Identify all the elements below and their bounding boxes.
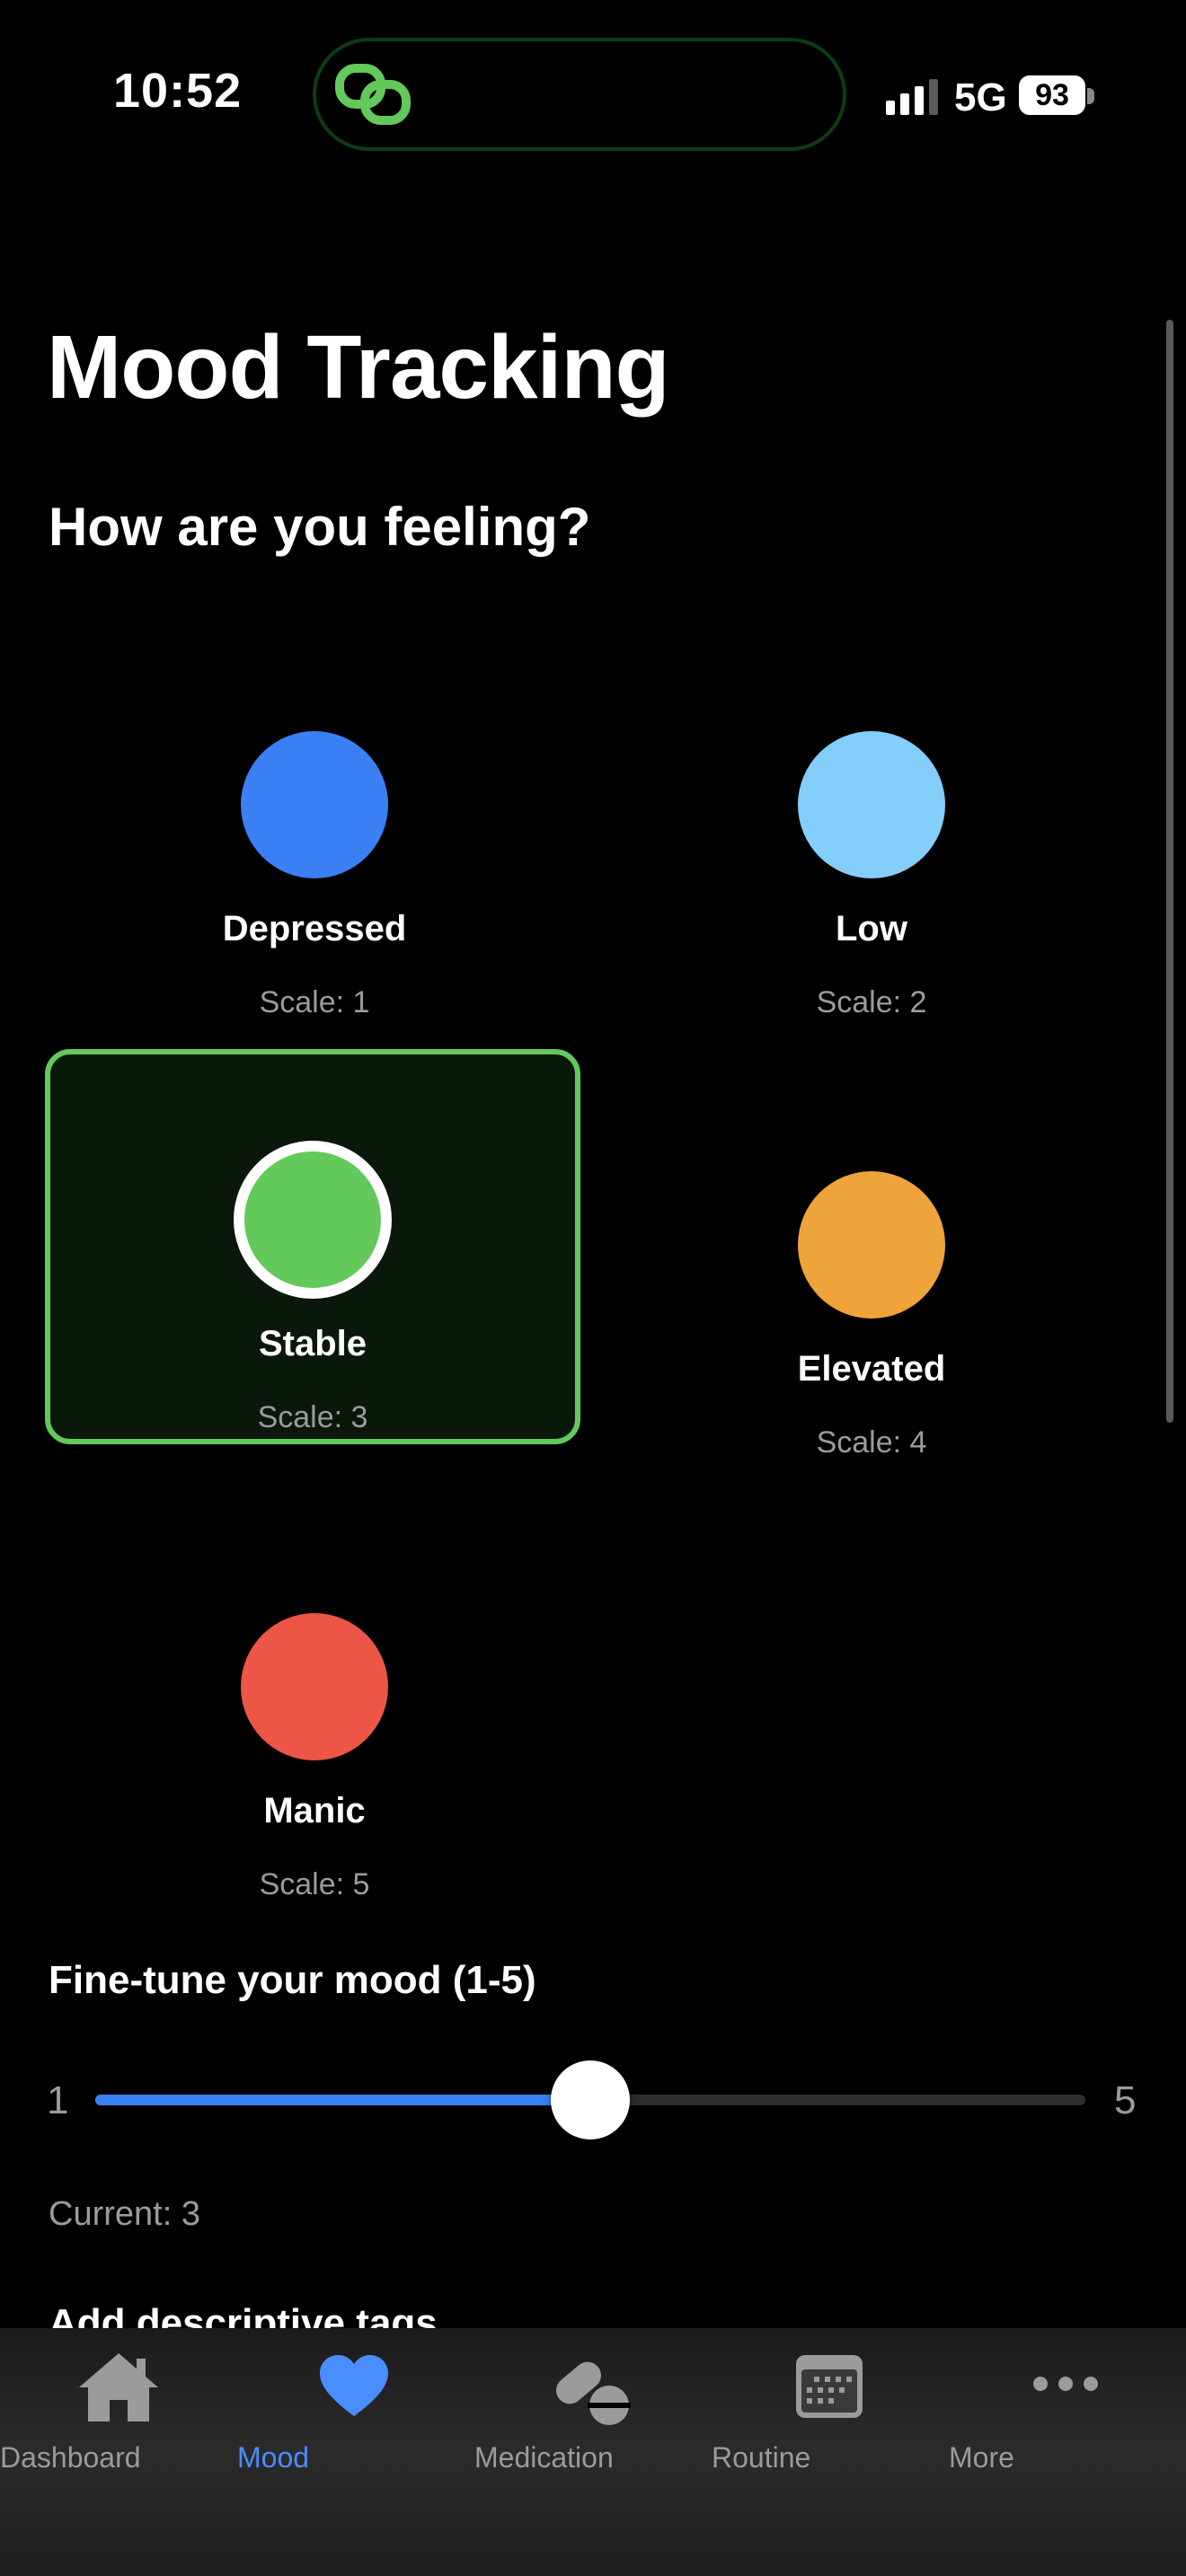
- slider-min-label: 1: [47, 2078, 69, 2122]
- mood-option-elevated[interactable]: Elevated Scale: 4: [604, 1080, 1139, 1475]
- mood-label: Manic: [263, 1791, 366, 1831]
- mood-option-stable[interactable]: Stable Scale: 3: [45, 1049, 580, 1444]
- pills-icon: [556, 2361, 631, 2425]
- slider-current-value: Current: 3: [49, 2195, 200, 2233]
- scrollbar[interactable]: [1166, 320, 1173, 1423]
- section-heading: How are you feeling?: [49, 497, 591, 557]
- mood-scale: Scale: 2: [816, 985, 927, 1019]
- status-time: 10:52: [113, 64, 243, 118]
- mood-option-depressed[interactable]: Depressed Scale: 1: [47, 640, 582, 1035]
- battery-icon: 93: [1019, 75, 1085, 115]
- mood-label: Stable: [258, 1324, 367, 1363]
- calendar-icon: [796, 2355, 863, 2418]
- tab-label-more: More: [949, 2441, 1014, 2474]
- mood-scale: Scale: 4: [816, 1425, 927, 1460]
- mood-label: Low: [836, 909, 907, 948]
- network-label: 5G: [954, 75, 1007, 119]
- tab-label-dashboard: Dashboard: [0, 2441, 141, 2474]
- mood-circle: [234, 1141, 392, 1299]
- mood-circle: [798, 1171, 945, 1319]
- mood-circle: [241, 731, 388, 878]
- app-link-icon: [335, 64, 411, 125]
- mood-circle: [241, 1613, 388, 1760]
- signal-icon: [886, 79, 938, 115]
- battery-tip: [1087, 88, 1094, 104]
- tab-label-mood: Mood: [237, 2441, 310, 2474]
- tab-label-medication: Medication: [474, 2441, 614, 2474]
- mood-scale: Scale: 3: [257, 1400, 368, 1434]
- mood-option-manic[interactable]: Manic Scale: 5: [47, 1522, 582, 1917]
- mood-circle: [798, 731, 945, 878]
- heart-icon: [320, 2355, 388, 2416]
- slider-max-label: 5: [1114, 2078, 1137, 2122]
- house-icon: [79, 2353, 158, 2422]
- ellipsis-icon: [1033, 2377, 1098, 2391]
- slider-heading: Fine-tune your mood (1-5): [49, 1958, 536, 2002]
- mood-scale: Scale: 5: [259, 1867, 370, 1901]
- mood-slider-thumb[interactable]: [551, 2060, 630, 2139]
- mood-label: Elevated: [797, 1349, 946, 1389]
- page-title: Mood Tracking: [47, 317, 670, 418]
- mood-scale: Scale: 1: [259, 985, 370, 1019]
- mood-option-low[interactable]: Low Scale: 2: [604, 640, 1139, 1035]
- mood-label: Depressed: [222, 909, 407, 948]
- tab-label-routine: Routine: [712, 2441, 811, 2474]
- mood-slider-fill: [95, 2095, 590, 2105]
